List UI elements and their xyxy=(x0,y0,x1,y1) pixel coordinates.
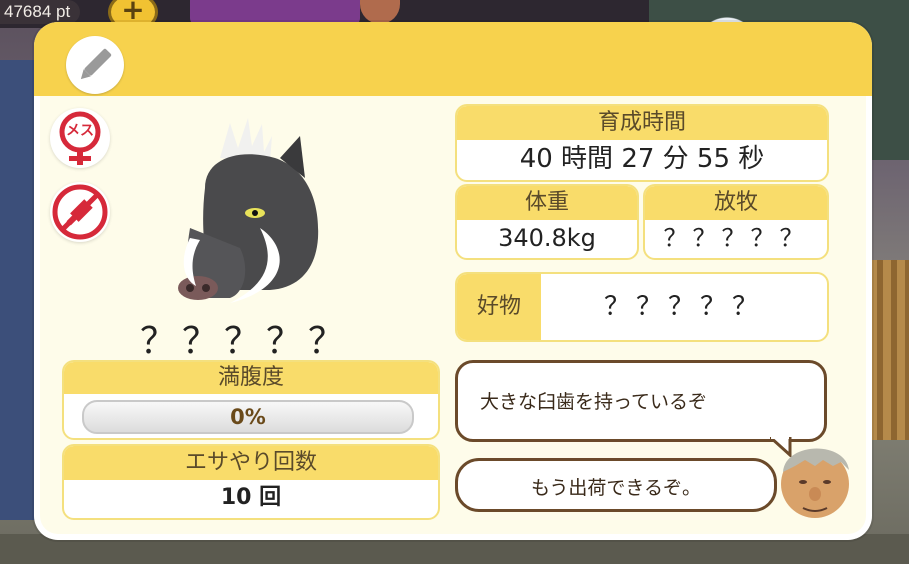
speech-bubble-1: 大きな臼歯を持っているぞ xyxy=(455,360,827,457)
fullness-panel: 満腹度 0% xyxy=(62,360,440,440)
grazing-panel: 放牧 ？？？？？ xyxy=(643,184,829,260)
old-farmer-icon xyxy=(781,448,849,518)
rearing-time-label: 育成時間 xyxy=(457,106,827,140)
feed-count-label: エサやり回数 xyxy=(64,446,438,480)
feed-count-value: 10 回 xyxy=(220,485,282,510)
background-fence xyxy=(869,260,909,440)
grazing-value: ？？？？？ xyxy=(663,224,809,252)
weight-value: 340.8kg xyxy=(498,224,596,252)
feed-count-panel: エサやり回数 10 回 xyxy=(62,444,440,520)
speech-line-1: 大きな臼歯を持っているぞ xyxy=(480,391,708,413)
gender-label: メス xyxy=(66,123,94,139)
animal-name: ？？？？？ xyxy=(139,321,350,362)
old-farmer xyxy=(775,432,855,522)
favorite-food-label: 好物 xyxy=(457,274,541,340)
speech-bubble-2: もう出荷できるぞ。 xyxy=(455,458,777,512)
weight-label: 体重 xyxy=(457,186,637,220)
pencil-icon xyxy=(80,48,112,80)
boar-icon xyxy=(178,118,319,303)
rearing-time-panel: 育成時間 40 時間 27 分 55 秒 xyxy=(455,104,829,182)
fullness-gauge: 0% xyxy=(82,400,414,434)
dialog-header xyxy=(34,22,872,96)
rearing-time-value: 40 時間 27 分 55 秒 xyxy=(519,144,765,174)
favorite-food-panel: 好物 ？？？？？ xyxy=(455,272,829,342)
boar-portrait xyxy=(160,118,330,308)
fullness-label: 満腹度 xyxy=(64,362,438,394)
no-syringe-icon xyxy=(52,184,108,240)
edit-name-button[interactable] xyxy=(66,36,124,94)
favorite-food-value: ？？？？？ xyxy=(603,292,764,322)
grazing-label: 放牧 xyxy=(645,186,827,220)
gender-badge: メス xyxy=(50,108,110,168)
weight-panel: 体重 340.8kg xyxy=(455,184,639,260)
points-counter: 47684 pt xyxy=(0,0,81,24)
fullness-value: 0% xyxy=(230,405,266,429)
no-injection-badge xyxy=(50,182,110,242)
speech-line-2: もう出荷できるぞ。 xyxy=(530,477,702,499)
